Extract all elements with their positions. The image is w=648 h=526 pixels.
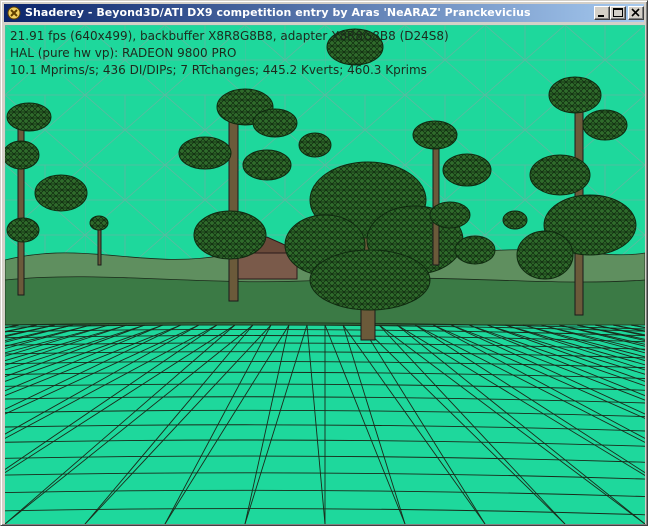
minimize-button[interactable]	[594, 6, 610, 20]
title-bar[interactable]: Shaderey - Beyond3D/ATI DX9 competition …	[4, 4, 644, 22]
close-button[interactable]	[628, 6, 644, 20]
minimize-icon	[598, 15, 604, 17]
shaderey-app-icon[interactable]	[6, 5, 22, 21]
stats-fps-line: 21.91 fps (640x499), backbuffer X8R8G8B8…	[10, 29, 449, 43]
stats-throughput-line: 10.1 Mprims/s; 436 DI/DIPs; 7 RTchanges;…	[10, 63, 427, 77]
window-title: Shaderey - Beyond3D/ATI DX9 competition …	[25, 6, 531, 19]
maximize-icon	[613, 8, 623, 17]
render-viewport[interactable]: 21.91 fps (640x499), backbuffer X8R8G8B8…	[5, 25, 645, 524]
app-window: Shaderey - Beyond3D/ATI DX9 competition …	[0, 0, 648, 526]
stats-device-line: HAL (pure hw vp): RADEON 9800 PRO	[10, 46, 237, 60]
maximize-button[interactable]	[610, 6, 626, 20]
render-stats-overlay: 21.91 fps (640x499), backbuffer X8R8G8B8…	[10, 28, 449, 79]
close-icon	[631, 8, 640, 17]
wireframe-scene	[5, 25, 645, 524]
